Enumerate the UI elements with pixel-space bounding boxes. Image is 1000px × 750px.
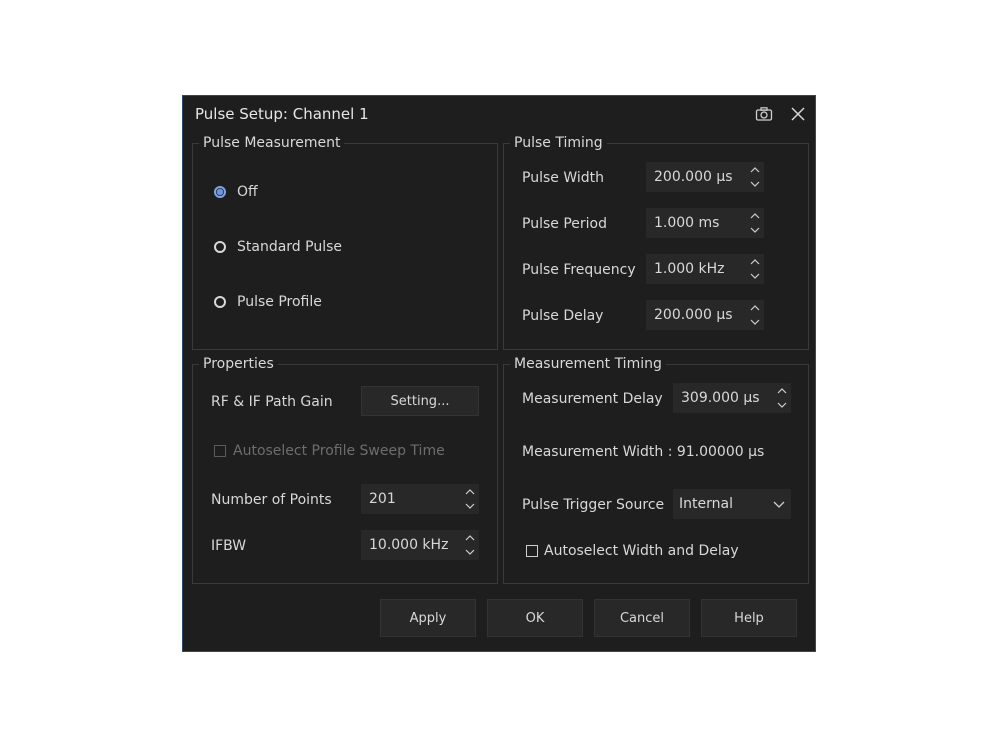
spin-up-icon[interactable]	[749, 164, 761, 176]
measurement-delay-label: Measurement Delay	[522, 391, 663, 407]
spin-down-icon[interactable]	[749, 178, 761, 190]
pulse-width-value: 200.000 µs	[654, 169, 733, 185]
pulse-timing-title: Pulse Timing	[510, 135, 607, 151]
spin-down-icon[interactable]	[776, 399, 788, 411]
autoselect-sweep-time-checkbox	[214, 445, 226, 457]
spin-up-icon[interactable]	[776, 385, 788, 397]
pulse-period-value: 1.000 ms	[654, 215, 720, 231]
apply-button[interactable]: Apply	[380, 599, 476, 637]
pulse-width-label: Pulse Width	[522, 170, 604, 186]
autoselect-sweep-time-label: Autoselect Profile Sweep Time	[233, 443, 445, 459]
ifbw-label: IFBW	[211, 538, 247, 554]
number-of-points-value: 201	[369, 491, 396, 507]
measurement-timing-title: Measurement Timing	[510, 356, 666, 372]
radio-off[interactable]	[214, 186, 226, 198]
setting-button[interactable]: Setting...	[361, 386, 479, 416]
ok-button[interactable]: OK	[487, 599, 583, 637]
pulse-frequency-spinbox[interactable]: 1.000 kHz	[646, 254, 764, 284]
pulse-measurement-title: Pulse Measurement	[199, 135, 345, 151]
radio-standard-pulse[interactable]	[214, 241, 226, 253]
spin-up-icon[interactable]	[749, 302, 761, 314]
pulse-period-spinbox[interactable]: 1.000 ms	[646, 208, 764, 238]
help-button[interactable]: Help	[701, 599, 797, 637]
spin-down-icon[interactable]	[749, 316, 761, 328]
spin-down-icon[interactable]	[464, 500, 476, 512]
autoselect-width-delay-label[interactable]: Autoselect Width and Delay	[544, 543, 739, 559]
pulse-measurement-group: Pulse Measurement Off Standard Pulse Pul…	[192, 135, 498, 350]
chevron-down-icon	[773, 501, 785, 508]
pulse-delay-value: 200.000 µs	[654, 307, 733, 323]
pulse-frequency-label: Pulse Frequency	[522, 262, 636, 278]
properties-group: Properties RF & IF Path Gain Setting... …	[192, 356, 498, 584]
spin-up-icon[interactable]	[749, 210, 761, 222]
dialog-title: Pulse Setup: Channel 1	[195, 105, 369, 123]
spin-down-icon[interactable]	[749, 270, 761, 282]
pulse-frequency-value: 1.000 kHz	[654, 261, 725, 277]
radio-off-label[interactable]: Off	[237, 184, 258, 200]
cancel-button[interactable]: Cancel	[594, 599, 690, 637]
measurement-delay-spinbox[interactable]: 309.000 µs	[673, 383, 791, 413]
pulse-width-spinbox[interactable]: 200.000 µs	[646, 162, 764, 192]
camera-icon[interactable]	[755, 105, 773, 123]
spin-down-icon[interactable]	[464, 546, 476, 558]
ifbw-value: 10.000 kHz	[369, 537, 449, 553]
autoselect-width-delay-checkbox[interactable]	[526, 545, 538, 557]
rf-if-path-gain-label: RF & IF Path Gain	[211, 394, 333, 410]
number-of-points-spinbox[interactable]: 201	[361, 484, 479, 514]
ifbw-spinbox[interactable]: 10.000 kHz	[361, 530, 479, 560]
measurement-timing-group: Measurement Timing Measurement Delay 309…	[503, 356, 809, 584]
spin-up-icon[interactable]	[749, 256, 761, 268]
pulse-trigger-source-label: Pulse Trigger Source	[522, 497, 665, 513]
pulse-trigger-source-value: Internal	[679, 496, 733, 512]
pulse-timing-group: Pulse Timing Pulse Width 200.000 µs Puls…	[503, 135, 809, 350]
spin-up-icon[interactable]	[464, 532, 476, 544]
close-icon[interactable]	[789, 105, 807, 123]
title-bar: Pulse Setup: Channel 1	[183, 96, 815, 132]
radio-pulse-profile-label[interactable]: Pulse Profile	[237, 294, 322, 310]
measurement-delay-value: 309.000 µs	[681, 390, 760, 406]
spin-down-icon[interactable]	[749, 224, 761, 236]
spin-up-icon[interactable]	[464, 486, 476, 498]
number-of-points-label: Number of Points	[211, 492, 332, 508]
pulse-trigger-source-select[interactable]: Internal	[673, 489, 791, 519]
measurement-width-readout: Measurement Width : 91.00000 µs	[522, 444, 765, 460]
radio-pulse-profile[interactable]	[214, 296, 226, 308]
radio-standard-pulse-label[interactable]: Standard Pulse	[237, 239, 342, 255]
properties-title: Properties	[199, 356, 278, 372]
pulse-setup-dialog: Pulse Setup: Channel 1 Pulse Measurement…	[182, 95, 816, 652]
pulse-period-label: Pulse Period	[522, 216, 607, 232]
pulse-delay-label: Pulse Delay	[522, 308, 604, 324]
pulse-delay-spinbox[interactable]: 200.000 µs	[646, 300, 764, 330]
